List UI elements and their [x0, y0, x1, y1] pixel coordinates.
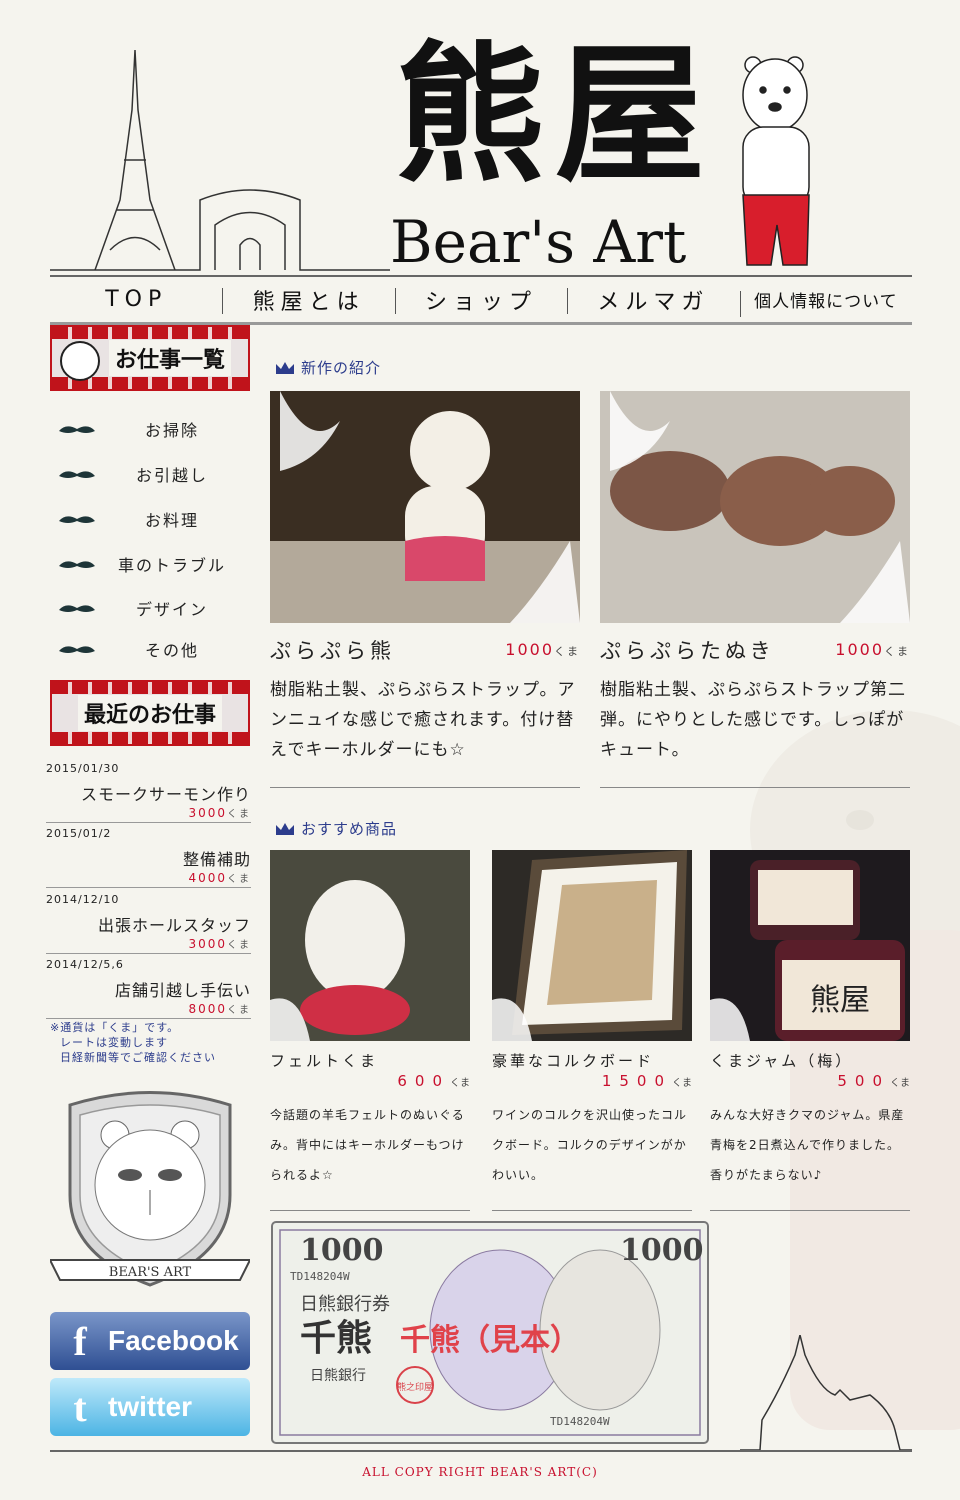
banknote-value-left: 1000 [300, 1233, 384, 1268]
banknote-serial-bottom: TD148204W [550, 1415, 610, 1428]
product-name[interactable]: ぷらぷらたぬき [600, 635, 775, 665]
product-name[interactable]: フェルトくま [270, 1050, 378, 1071]
banknote-serial-top: TD148204W [290, 1270, 350, 1283]
mustache-icon [59, 646, 95, 653]
work-item-design[interactable]: デザイン [58, 596, 248, 620]
work-item-moving[interactable]: お引越し [58, 462, 248, 486]
new-products-heading: 新作の紹介 [275, 357, 381, 378]
bear-face-icon [60, 341, 100, 381]
recent-work-price: 3000くま [188, 806, 251, 820]
product-photo-purapura-bear[interactable] [270, 391, 580, 623]
product-price: 1000くま [505, 640, 580, 659]
facebook-button[interactable]: f Facebook [50, 1312, 250, 1370]
recent-work-name: 整備補助 [182, 850, 251, 869]
work-item-cooking[interactable]: お料理 [58, 507, 248, 531]
works-title: お仕事一覧 [108, 340, 231, 376]
nav-top[interactable]: TOP [50, 287, 222, 312]
crown-icon [276, 822, 294, 835]
recent-work-date: 2015/01/30 [46, 762, 120, 775]
product-price: 1500くま [601, 1072, 692, 1090]
work-label: お料理 [144, 511, 199, 530]
work-label: デザイン [135, 600, 208, 619]
twitter-button[interactable]: t twitter [50, 1378, 250, 1436]
nav-about[interactable]: 熊屋とは [222, 284, 394, 316]
banknote-bank: 日熊銀行券 [300, 1294, 390, 1315]
work-label: その他 [144, 641, 199, 660]
mustache-icon [59, 426, 95, 433]
banknote-seal: 熊之印屋 [397, 1381, 433, 1393]
recent-work-date: 2014/12/10 [46, 893, 120, 906]
work-item-other[interactable]: その他 [58, 637, 248, 661]
work-item-car-trouble[interactable]: 車のトラブル [58, 552, 248, 576]
mustache-icon [59, 516, 95, 523]
product-name[interactable]: ぷらぷら熊 [270, 635, 395, 665]
product-photo-cork-board[interactable] [492, 850, 692, 1041]
recent-work-price: 4000くま [188, 871, 251, 885]
banknote-sample-label: 千熊（見本） [400, 1323, 580, 1358]
crown-icon [276, 361, 294, 374]
product-description: 樹脂粘土製、ぷらぷらストラップ第二弾。にやりとした感じです。しっぽがキュート。 [600, 680, 906, 760]
facebook-label: Facebook [108, 1325, 239, 1356]
product-description: みんな大好きクマのジャム。県産青梅を2日煮込んで作りました。香りがたまらない♪ [710, 1108, 905, 1182]
twitter-icon: t [73, 1384, 87, 1430]
product-photo-bear-jam[interactable]: 熊屋 [710, 850, 910, 1041]
product-photo-purapura-tanuki[interactable] [600, 391, 910, 623]
recommended-heading: おすすめ商品 [275, 818, 397, 839]
product-name[interactable]: くまジャム（梅） [710, 1050, 853, 1071]
main-navigation: TOP 熊屋とは ショップ メルマガ 個人情報について [50, 275, 912, 325]
product-name[interactable]: 豪華なコルクボード [492, 1050, 654, 1071]
paris-skyline-illustration [50, 50, 390, 271]
product-description: ワインのコルクを沢山使ったコルクボード。コルクのデザインがかわいい。 [492, 1108, 688, 1182]
footer-divider [50, 1450, 912, 1452]
mustache-icon [59, 471, 95, 478]
recent-work-name: 店舗引越し手伝い [114, 981, 251, 1000]
bear-banknote-image[interactable]: 1000 1000 TD148204W 日熊銀行券 千熊 千熊（見本） 日熊銀行… [270, 1220, 710, 1445]
nav-newsletter[interactable]: メルマガ [567, 284, 739, 316]
church-skyline-illustration [740, 1335, 912, 1451]
recent-work-item: 2015/01/30 スモークサーモン作り 3000くま [46, 762, 251, 823]
facebook-icon: f [73, 1318, 87, 1364]
recent-works-banner: 最近のお仕事 [50, 680, 250, 746]
emblem-text: BEAR'S ART [109, 1265, 192, 1280]
banknote-issuer: 日熊銀行 [310, 1368, 366, 1384]
recent-work-price: 8000くま [188, 1002, 251, 1016]
product-description: 今話題の羊毛フェルトのぬいぐるみ。背中にはキーホルダーもつけられるよ☆ [270, 1108, 465, 1182]
works-banner: お仕事一覧 [50, 325, 250, 391]
product-description: 樹脂粘土製、ぷらぷらストラップ。アンニュイな感じで癒されます。付け替えでキーホル… [270, 680, 576, 760]
twitter-label: twitter [108, 1391, 192, 1422]
jam-label-text: 熊屋 [810, 983, 870, 1018]
work-label: 車のトラブル [117, 556, 226, 575]
product-price: 1000くま [835, 640, 910, 659]
recent-work-name: 出張ホールスタッフ [97, 916, 251, 935]
bear-mascot-illustration [742, 56, 810, 266]
recent-work-item: 2015/01/2 整備補助 4000くま [46, 827, 251, 888]
mustache-icon [59, 561, 95, 568]
recent-work-item: 2014/12/5,6 店舗引越し手伝い 8000くま [46, 958, 251, 1019]
nav-privacy[interactable]: 個人情報について [739, 287, 912, 317]
recent-work-price: 3000くま [188, 937, 251, 951]
recent-works-title: 最近のお仕事 [77, 695, 222, 731]
mustache-icon [59, 605, 95, 612]
recent-work-date: 2014/12/5,6 [46, 958, 124, 971]
currency-note: ※通貨は「くま」です。 レートは変動します 日経新聞等でご確認ください [50, 1021, 216, 1064]
recent-work-name: スモークサーモン作り [80, 785, 251, 804]
product-price: 600くま [397, 1072, 470, 1090]
product-price: 500くま [837, 1072, 910, 1090]
recent-work-date: 2015/01/2 [46, 827, 112, 840]
bears-art-emblem: BEAR'S ART [50, 1091, 250, 1287]
banknote-name: 千熊 [300, 1317, 372, 1359]
copyright-text: ALL COPY RIGHT BEAR'S ART(C) [362, 1465, 598, 1479]
work-label: お引越し [135, 466, 208, 485]
work-item-cleaning[interactable]: お掃除 [58, 417, 248, 441]
nav-shop[interactable]: ショップ [394, 284, 567, 316]
site-title-kanji: 熊屋 [395, 27, 716, 203]
recent-work-item: 2014/12/10 出張ホールスタッフ 3000くま [46, 893, 251, 954]
banknote-value-right: 1000 [620, 1233, 704, 1268]
site-title-english: Bear's Art [390, 208, 687, 276]
work-label: お掃除 [144, 421, 199, 440]
product-photo-felt-bear[interactable] [270, 850, 470, 1041]
